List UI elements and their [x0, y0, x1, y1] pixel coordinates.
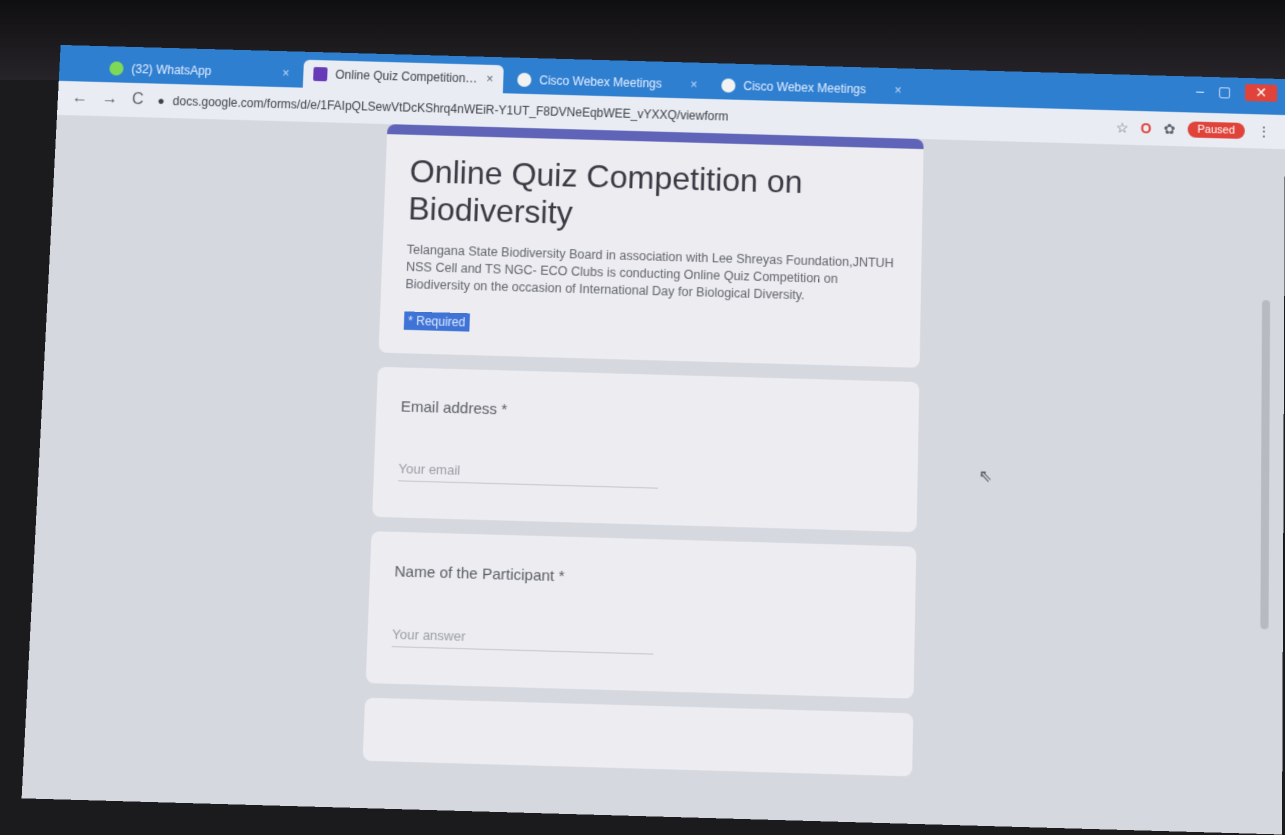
whatsapp-icon [109, 61, 124, 76]
tab-label: (32) WhatsApp [131, 61, 212, 79]
back-arrow-icon[interactable]: ← [71, 89, 88, 107]
form-title: Online Quiz Competition on Biodiversity [407, 152, 804, 231]
question-label: Email address * [400, 398, 508, 419]
extension-icon[interactable]: ✿ [1163, 120, 1175, 137]
question-card-next [362, 697, 914, 777]
close-icon[interactable]: × [894, 83, 901, 97]
reload-icon[interactable]: C [131, 91, 144, 109]
close-window-button[interactable]: ✕ [1245, 83, 1278, 102]
maximize-button[interactable]: ▢ [1218, 83, 1231, 100]
forward-arrow-icon[interactable]: → [101, 90, 119, 108]
close-icon[interactable]: × [282, 66, 290, 80]
toolbar-right: ☆ O ✿ Paused ⋮ [1116, 119, 1271, 140]
page-scrollbar[interactable] [1260, 300, 1271, 630]
forms-icon [313, 66, 328, 82]
browser-window: (32) WhatsApp × Online Quiz Competition … [21, 44, 1285, 835]
tab-label: Cisco Webex Meetings [539, 73, 663, 91]
star-icon[interactable]: ☆ [1116, 119, 1129, 136]
lock-icon: ● [157, 93, 166, 108]
menu-icon[interactable]: ⋮ [1257, 123, 1271, 140]
question-label: Name of the Participant * [394, 562, 565, 586]
tab-label: Cisco Webex Meetings [743, 78, 867, 97]
email-field[interactable] [397, 456, 659, 489]
tab-label: Online Quiz Competition on B... [335, 67, 479, 86]
form-page: Online Quiz Competition on Biodiversity … [21, 114, 1285, 835]
required-note: * Required [403, 311, 470, 332]
webex-icon [721, 78, 736, 93]
question-card-email: Email address * [372, 366, 920, 533]
form-description: Telangana State Biodiversity Board in as… [405, 242, 894, 303]
window-controls: – ▢ ✕ [1196, 83, 1278, 102]
participant-name-field[interactable] [391, 622, 655, 655]
close-icon[interactable]: × [486, 72, 494, 86]
webex-icon [517, 72, 532, 88]
close-icon[interactable]: × [690, 77, 697, 91]
profile-button[interactable]: Paused [1187, 121, 1245, 140]
minimize-button[interactable]: – [1196, 83, 1204, 100]
form-column: Online Quiz Competition on Biodiversity … [362, 124, 924, 791]
url-text: docs.google.com/forms/d/e/1FAIpQLSewVtDc… [172, 94, 729, 124]
mouse-cursor-icon: ⇖ [978, 467, 993, 486]
form-header-card: Online Quiz Competition on Biodiversity … [378, 124, 924, 368]
question-card-name: Name of the Participant * [365, 531, 917, 699]
opera-extension-icon[interactable]: O [1141, 120, 1152, 136]
